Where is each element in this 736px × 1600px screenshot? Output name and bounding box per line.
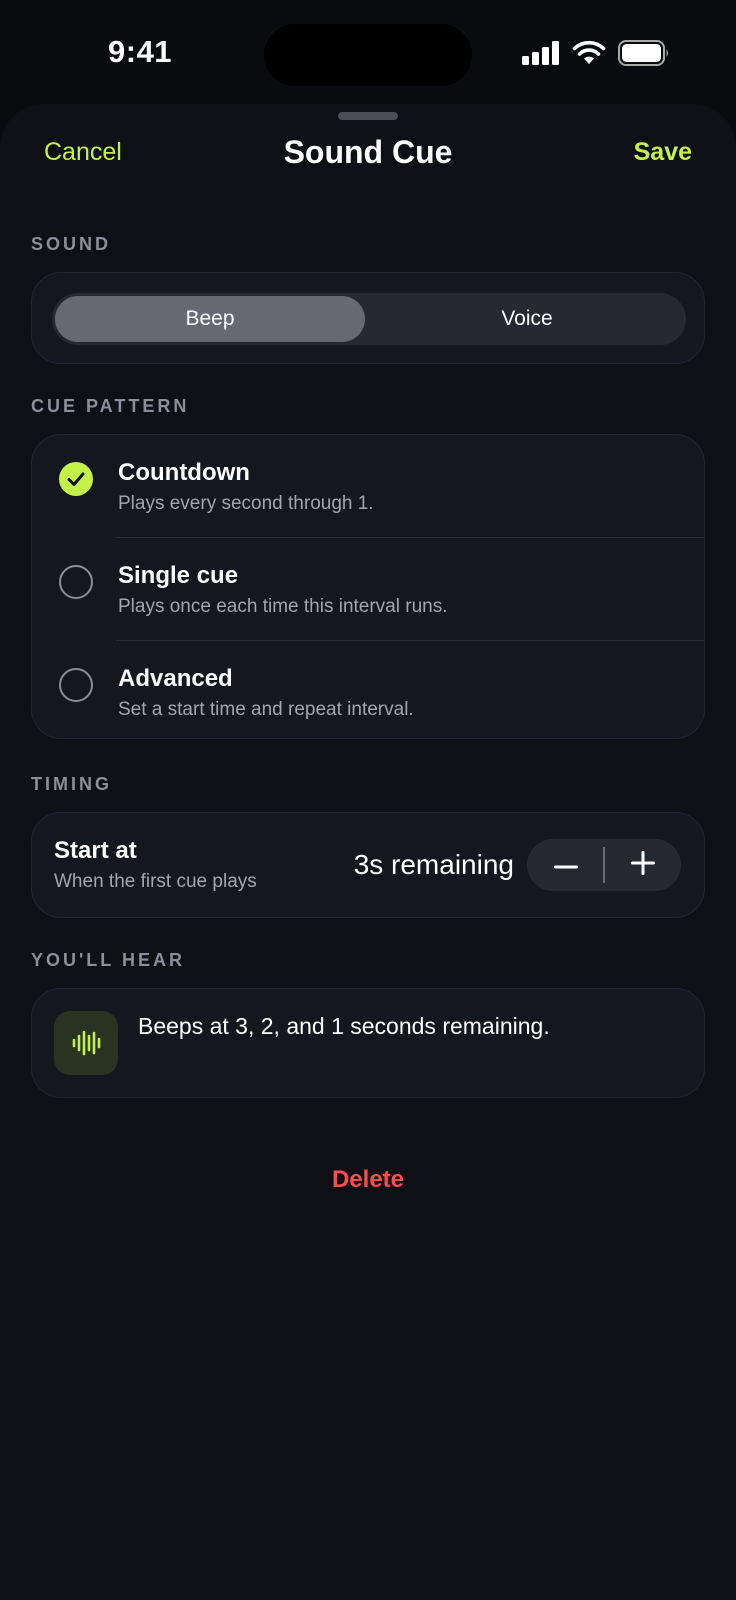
status-time: 9:41 (108, 34, 173, 69)
status-icons (522, 40, 670, 71)
cellular-signal-icon (522, 41, 560, 70)
waveform-icon (54, 1011, 118, 1075)
pattern-option-title: Countdown (118, 459, 250, 486)
pattern-option-subtitle: Set a start time and repeat interval. (118, 699, 414, 720)
dynamic-island (264, 24, 472, 86)
pattern-option-title: Single cue (118, 562, 239, 589)
sound-cue-sheet: Cancel Sound Cue Save SOUND Beep Voice C… (0, 104, 736, 1600)
segment-beep[interactable]: Beep (55, 296, 365, 342)
battery-icon (618, 40, 670, 71)
start-at-value: 3s remaining (353, 849, 514, 880)
page-title: Sound Cue (283, 134, 453, 170)
pattern-option-single-cue[interactable]: Single cue Plays once each time this int… (32, 538, 706, 641)
save-button[interactable]: Save (634, 138, 692, 167)
timing-card: Start at When the first cue plays 3s rem… (31, 812, 705, 918)
sheet-grabber[interactable] (338, 112, 398, 120)
start-at-subtitle: When the first cue plays (54, 871, 257, 892)
segment-voice[interactable]: Voice (372, 296, 682, 342)
minus-icon (553, 856, 578, 874)
preview-description: Beeps at 3, 2, and 1 seconds remaining. (138, 1013, 550, 1039)
delete-button[interactable]: Delete (0, 1166, 736, 1194)
sound-card: Beep Voice (31, 272, 705, 364)
pattern-option-subtitle: Plays every second through 1. (118, 493, 374, 514)
preview-section-label: YOU'LL HEAR (31, 950, 185, 970)
pattern-option-advanced[interactable]: Advanced Set a start time and repeat int… (32, 641, 706, 744)
pattern-option-title: Advanced (118, 665, 233, 692)
timing-section-label: TIMING (31, 774, 112, 794)
pattern-option-subtitle: Plays once each time this interval runs. (118, 596, 448, 617)
radio-circle-icon (59, 668, 93, 702)
wifi-icon (572, 40, 606, 71)
preview-card: Beeps at 3, 2, and 1 seconds remaining. (31, 988, 705, 1098)
decrement-button[interactable] (527, 839, 604, 891)
increment-button[interactable] (604, 839, 681, 891)
pattern-option-countdown[interactable]: Countdown Plays every second through 1. (32, 435, 706, 538)
cue-pattern-section-label: CUE PATTERN (31, 396, 190, 416)
plus-icon (630, 850, 655, 880)
start-at-stepper (527, 839, 681, 891)
sound-section-label: SOUND (31, 234, 112, 254)
start-at-title: Start at (54, 837, 137, 864)
radio-circle-icon (59, 565, 93, 599)
check-circle-icon (59, 462, 93, 496)
status-bar: 9:41 (0, 0, 736, 104)
cue-pattern-card: Countdown Plays every second through 1. … (31, 434, 705, 739)
sound-segmented-control: Beep Voice (52, 293, 686, 345)
